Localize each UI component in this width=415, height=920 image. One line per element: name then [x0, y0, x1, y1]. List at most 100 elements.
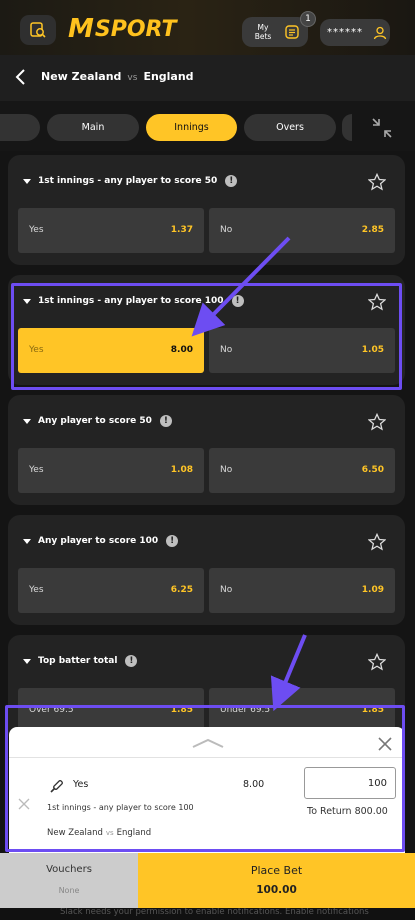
odd-button-yes[interactable]: Yes 1.08	[18, 448, 204, 493]
favorite-star-icon[interactable]	[368, 173, 386, 191]
user-icon	[373, 26, 387, 39]
tab-previous-partial[interactable]	[0, 114, 40, 141]
tab-main[interactable]: Main	[47, 114, 139, 141]
my-bets-button[interactable]: My Bets	[242, 17, 308, 47]
odd-button-no[interactable]: No 1.05	[209, 328, 395, 373]
odd-button-no[interactable]: No 2.85	[209, 208, 395, 253]
favorite-star-icon[interactable]	[368, 533, 386, 551]
market-title: Any player to score 50	[38, 416, 152, 426]
away-team: England	[116, 828, 152, 838]
vs-label: vs	[127, 73, 138, 83]
market-tabs: Main Innings Overs	[0, 101, 415, 151]
favorite-star-icon[interactable]	[368, 413, 386, 431]
selection-match: New Zealand vs England	[47, 828, 151, 838]
msport-logo[interactable]: M SPORT	[68, 14, 177, 44]
cricket-bat-icon	[50, 780, 63, 793]
odd-label: Yes	[29, 465, 44, 475]
selection-outcome: Yes	[73, 779, 89, 790]
market-card: 1st innings - any player to score 100 ! …	[8, 275, 405, 385]
vouchers-label: Vouchers	[46, 864, 92, 875]
to-return-text: To Return 800.00	[307, 806, 388, 817]
match-title: New Zealand vs England	[41, 70, 194, 83]
odd-value: 1.05	[361, 345, 384, 355]
place-bet-label: Place Bet	[250, 864, 303, 877]
odd-value: 6.50	[361, 465, 384, 475]
market-card: 1st innings - any player to score 50 ! Y…	[8, 155, 405, 265]
market-title: 1st innings - any player to score 50	[38, 176, 218, 186]
place-bet-amount: 100.00	[256, 884, 297, 896]
odd-button-yes[interactable]: Yes 6.25	[18, 568, 204, 613]
odd-label: Yes	[29, 345, 44, 355]
market-title: Any player to score 100	[38, 536, 159, 546]
odd-value: 1.85	[361, 705, 384, 715]
market-header[interactable]: Any player to score 100 !	[23, 535, 179, 547]
selection-market: 1st innings - any player to score 100	[47, 803, 194, 812]
collapse-caret-icon	[23, 298, 31, 304]
market-header[interactable]: 1st innings - any player to score 100 !	[23, 295, 244, 307]
odd-label: Yes	[29, 585, 44, 595]
masked-balance: ******	[327, 27, 363, 38]
info-icon[interactable]: !	[159, 415, 172, 427]
odd-value: 8.00	[170, 345, 193, 355]
tab-next-partial[interactable]	[342, 114, 352, 141]
odd-button-no[interactable]: No 1.09	[209, 568, 395, 613]
bet-slip-icon	[285, 25, 299, 39]
info-icon[interactable]: !	[225, 175, 238, 187]
collapse-caret-icon	[23, 178, 31, 184]
market-title: Top batter total	[38, 656, 118, 666]
odd-label: Yes	[29, 225, 44, 235]
market-header[interactable]: Top batter total !	[23, 655, 138, 667]
divider	[9, 757, 405, 758]
market-card: Any player to score 100 ! Yes 6.25 No 1.…	[8, 515, 405, 625]
market-header[interactable]: 1st innings - any player to score 50 !	[23, 175, 238, 187]
market-header[interactable]: Any player to score 50 !	[23, 415, 172, 427]
odd-label: No	[220, 585, 233, 595]
back-chevron-icon[interactable]	[12, 67, 30, 87]
odd-label: No	[220, 465, 233, 475]
info-icon[interactable]: !	[125, 655, 138, 667]
slip-handle-chevron-icon[interactable]	[191, 737, 225, 749]
vouchers-button[interactable]: Vouchers None	[0, 853, 138, 908]
odd-button-no[interactable]: No 6.50	[209, 448, 395, 493]
odd-value: 2.85	[361, 225, 384, 235]
away-team: England	[143, 70, 194, 83]
close-icon[interactable]	[376, 735, 394, 753]
collapse-caret-icon	[23, 658, 31, 664]
odd-value: 1.37	[170, 225, 193, 235]
odd-label: Over 69.5	[29, 705, 74, 715]
search-document-icon	[30, 22, 46, 38]
odd-label: No	[220, 345, 233, 355]
search-history-button[interactable]	[20, 15, 56, 45]
tab-overs[interactable]: Overs	[244, 114, 336, 141]
odd-label: Under 69.5	[220, 705, 271, 715]
account-button[interactable]: ******	[320, 19, 390, 46]
place-bet-button[interactable]: Place Bet 100.00	[138, 853, 415, 908]
odd-button-yes[interactable]: Yes 1.37	[18, 208, 204, 253]
my-bets-label: My Bets	[254, 23, 272, 41]
odd-value: 1.85	[170, 705, 193, 715]
stake-input[interactable]	[304, 767, 396, 799]
collapse-arrows-icon[interactable]	[370, 116, 394, 140]
odd-value: 1.09	[361, 585, 384, 595]
collapse-caret-icon	[23, 418, 31, 424]
remove-selection-icon[interactable]	[17, 797, 31, 811]
vs-label: vs	[105, 829, 114, 837]
notification-banner: Slack needs your permission to enable no…	[0, 908, 415, 920]
info-icon[interactable]: !	[166, 535, 179, 547]
bet-slip-panel: Yes 8.00 1st innings - any player to sco…	[9, 727, 405, 853]
vouchers-value: None	[58, 886, 80, 895]
favorite-star-icon[interactable]	[368, 293, 386, 311]
logo-text: SPORT	[94, 16, 177, 42]
top-header: M SPORT My Bets 1 ******	[0, 0, 415, 55]
odd-value: 6.25	[170, 585, 193, 595]
info-icon[interactable]: !	[231, 295, 244, 307]
market-title: 1st innings - any player to score 100	[38, 296, 224, 306]
tab-innings[interactable]: Innings	[146, 114, 237, 141]
odd-label: No	[220, 225, 233, 235]
odd-value: 1.08	[170, 465, 193, 475]
home-team: New Zealand	[47, 828, 103, 838]
notification-text: Slack needs your permission to enable no…	[60, 908, 369, 917]
odd-button-yes-selected[interactable]: Yes 8.00	[18, 328, 204, 373]
favorite-star-icon[interactable]	[368, 653, 386, 671]
my-bets-count-badge: 1	[300, 11, 316, 27]
